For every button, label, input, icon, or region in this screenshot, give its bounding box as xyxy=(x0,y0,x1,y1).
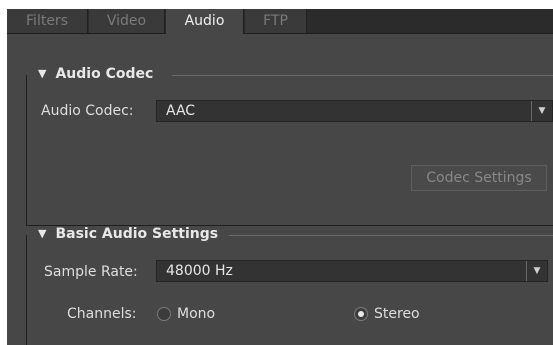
tab-filters[interactable]: Filters xyxy=(7,9,88,33)
stereo-radio[interactable] xyxy=(354,307,368,321)
disclosure-triangle-icon[interactable]: ▼ xyxy=(38,227,46,240)
tab-ftp[interactable]: FTP xyxy=(245,9,307,33)
section-divider xyxy=(229,235,553,236)
section-border xyxy=(26,75,27,225)
tab-video[interactable]: Video xyxy=(89,9,165,33)
channels-label: Channels: xyxy=(67,306,137,322)
audio-codec-value: AAC xyxy=(166,103,196,119)
sample-rate-select[interactable]: 48000 Hz ▼ xyxy=(156,260,548,282)
stereo-label[interactable]: Stereo xyxy=(374,306,420,322)
audio-codec-select[interactable]: AAC ▼ xyxy=(156,100,553,122)
chevron-down-icon[interactable]: ▼ xyxy=(531,101,552,121)
section-border xyxy=(26,235,27,345)
mono-label[interactable]: Mono xyxy=(177,306,215,322)
export-settings-panel: Filters Video Audio FTP ▼ Audio Codec Aud… xyxy=(7,9,553,345)
audio-codec-label: Audio Codec: xyxy=(41,103,134,119)
audio-codec-section-header[interactable]: ▼ Audio Codec xyxy=(38,66,153,82)
sample-rate-label: Sample Rate: xyxy=(44,264,138,280)
tab-bar: Filters Video Audio FTP xyxy=(7,9,553,34)
disclosure-triangle-icon[interactable]: ▼ xyxy=(38,67,46,80)
section-divider xyxy=(172,75,553,76)
tab-audio[interactable]: Audio xyxy=(166,9,244,34)
section-title: Basic Audio Settings xyxy=(55,226,219,242)
section-title: Audio Codec xyxy=(55,66,154,82)
sample-rate-value: 48000 Hz xyxy=(166,263,233,279)
mono-radio[interactable] xyxy=(157,307,171,321)
basic-audio-settings-section-header[interactable]: ▼ Basic Audio Settings xyxy=(38,226,218,242)
chevron-down-icon[interactable]: ▼ xyxy=(526,261,547,281)
codec-settings-button[interactable]: Codec Settings xyxy=(411,165,547,191)
